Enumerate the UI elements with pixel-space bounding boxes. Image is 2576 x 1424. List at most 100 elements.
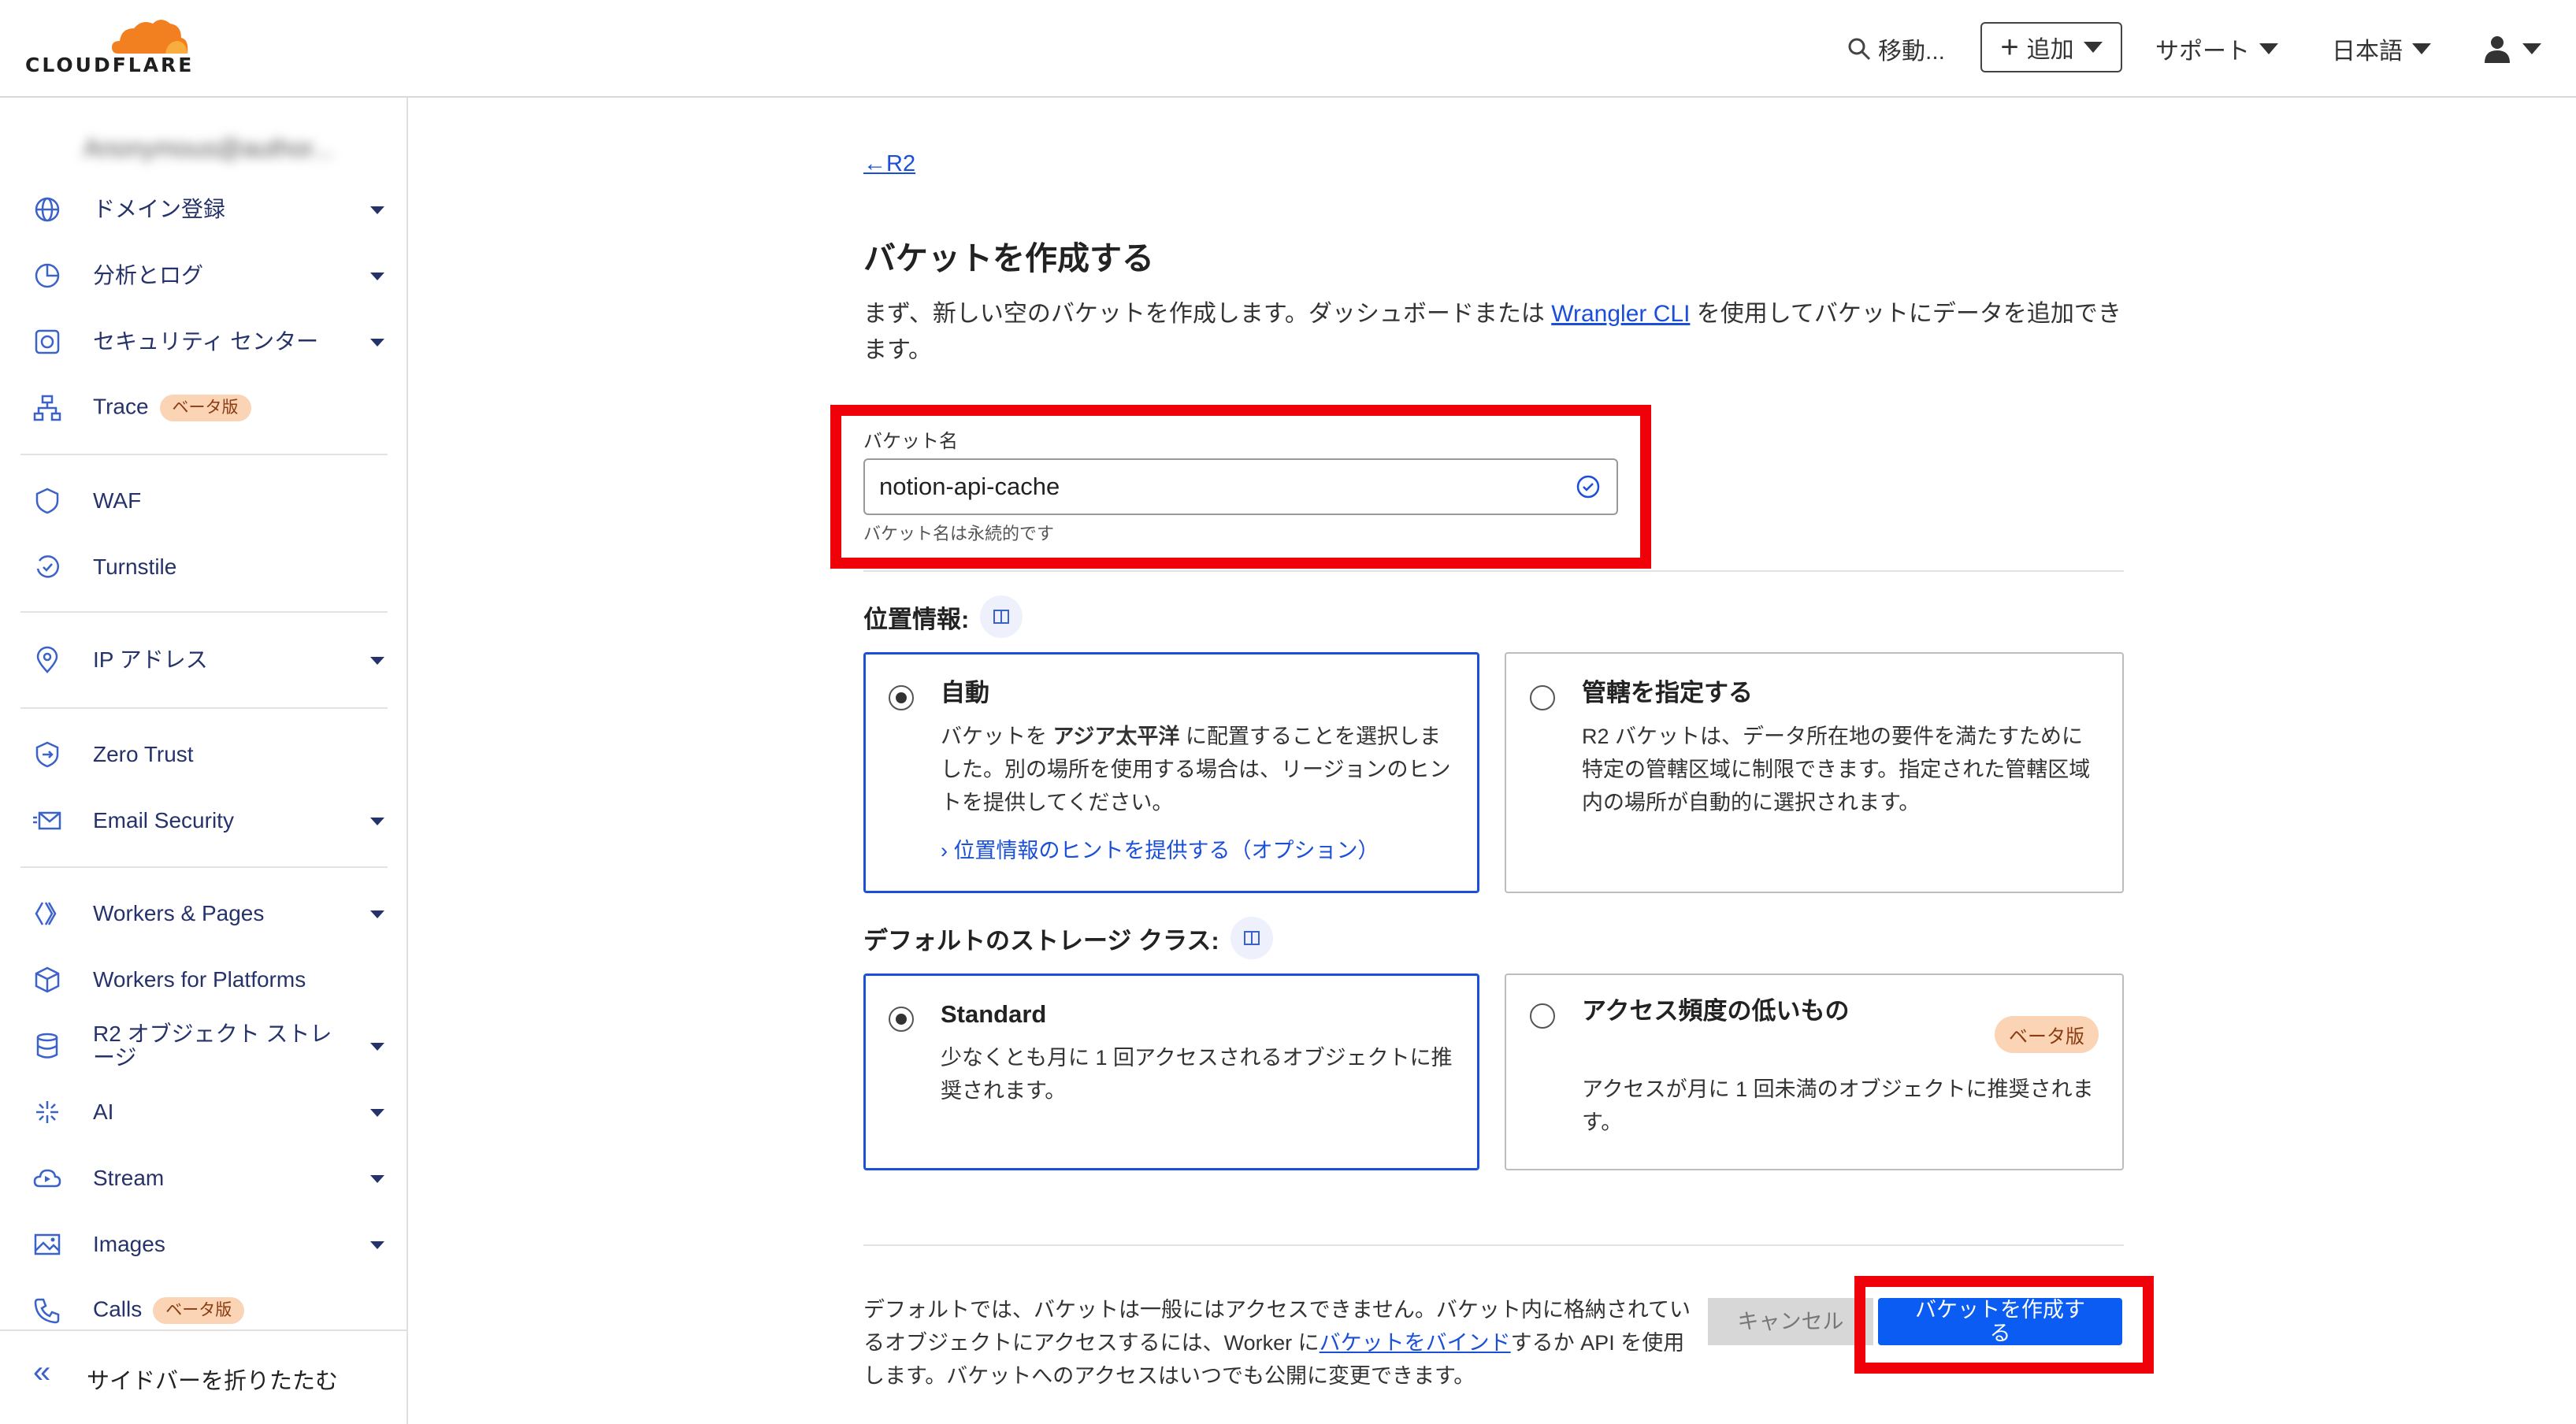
email-icon	[33, 811, 61, 830]
cloudflare-logo[interactable]: CLOUDFLARE	[25, 16, 199, 79]
standard-text: 少なくとも月に 1 回アクセスされるオブジェクトに推奨されます。	[941, 1046, 1453, 1103]
chevron-down-icon	[370, 657, 384, 665]
support-menu[interactable]: サポート	[2155, 0, 2278, 98]
back-link[interactable]: ←R2	[863, 151, 915, 177]
sidebar-item-label: Zero Trust	[93, 742, 194, 766]
sidebar-divider	[20, 866, 388, 868]
chevron-down-icon	[370, 339, 384, 347]
calls-label: Calls	[93, 1296, 143, 1322]
docs-icon[interactable]	[1230, 917, 1273, 959]
location-title-text: 位置情報:	[863, 605, 970, 633]
chevron-down-icon	[370, 206, 384, 214]
beta-badge: ベータ版	[153, 1297, 245, 1324]
search-jump[interactable]: 移動...	[1847, 0, 1945, 98]
sidebar-item-turnstile[interactable]: Turnstile	[0, 543, 406, 591]
sidebar-item-zero-trust[interactable]: Zero Trust	[0, 731, 406, 778]
language-menu[interactable]: 日本語	[2332, 0, 2431, 98]
sidebar-item-email-security[interactable]: Email Security	[0, 797, 406, 844]
auto-text-part1: バケットを	[941, 725, 1053, 748]
chevron-down-icon	[2522, 43, 2541, 54]
search-icon	[1848, 38, 1871, 61]
sidebar-item-waf[interactable]: WAF	[0, 477, 406, 525]
location-jurisdiction-card[interactable]: 管轄を指定する R2 バケットは、データ所在地の要件を満たすために特定の管轄区域…	[1505, 652, 2124, 893]
collapse-sidebar-button[interactable]: « サイドバーを折りたたむ	[0, 1329, 406, 1424]
docs-icon[interactable]	[980, 595, 1023, 638]
chevron-down-icon	[2412, 43, 2431, 54]
sidebar-item-workers-pages[interactable]: Workers & Pages	[0, 890, 406, 937]
chevron-down-icon	[370, 1175, 384, 1183]
support-label: サポート	[2155, 39, 2250, 65]
sidebar-item-label: Email Security	[93, 808, 234, 833]
cancel-button[interactable]: キャンセル	[1708, 1298, 1873, 1345]
beta-badge: ベータ版	[1995, 1016, 2099, 1053]
storage-section-title: デフォルトのストレージ クラス:	[863, 917, 1273, 959]
chevron-down-icon	[370, 1043, 384, 1051]
location-section-title: 位置情報:	[863, 595, 1023, 638]
turnstile-icon	[36, 555, 59, 578]
sidebar-item-label: セキュリティ センター	[93, 329, 319, 354]
chevron-down-icon	[370, 910, 384, 918]
highlight-box-create-button	[1854, 1276, 2154, 1374]
auto-text-region: アジア太平洋	[1052, 725, 1180, 748]
security-center-icon	[35, 329, 60, 354]
sidebar-item-label: R2 オブジェクト ストレージ	[93, 1022, 332, 1070]
page-description: まず、新しい空のバケットを作成します。ダッシュボードまたは Wrangler C…	[863, 296, 2124, 369]
infrequent-text: アクセスが月に 1 回未満のオブジェクトに推奨されます。	[1582, 1077, 2094, 1134]
wrangler-cli-link[interactable]: Wrangler CLI	[1551, 301, 1690, 327]
sidebar-item-images[interactable]: Images	[0, 1221, 406, 1268]
sidebar-item-label: Trace ベータ版	[93, 395, 251, 421]
location-jurisdiction-radio[interactable]	[1530, 685, 1555, 710]
arrow-left-icon: ←	[863, 151, 886, 176]
language-label: 日本語	[2332, 39, 2403, 65]
add-button[interactable]: + 追加	[1980, 22, 2122, 72]
sidebar-item-label: Stream	[93, 1166, 165, 1190]
sidebar-item-label: Calls ベータ版	[93, 1296, 245, 1324]
public-access-note: デフォルトでは、バケットは一般にはアクセスできません。バケット内に格納されている…	[863, 1293, 1698, 1392]
logo-wordmark: CLOUDFLARE	[25, 54, 195, 76]
top-bar: CLOUDFLARE 移動... + 追加 サポート 日本語	[0, 0, 2576, 98]
waf-shield-icon	[35, 488, 59, 514]
sidebar-item-stream[interactable]: Stream	[0, 1155, 406, 1202]
user-icon	[2485, 36, 2510, 63]
chevron-down-icon	[2083, 42, 2103, 53]
sidebar-item-ai[interactable]: AI	[0, 1088, 406, 1136]
storage-standard-radio[interactable]	[889, 1007, 914, 1032]
zero-trust-icon	[35, 741, 59, 768]
sidebar-item-security-center[interactable]: セキュリティ センター	[0, 318, 406, 365]
location-auto-radio[interactable]	[889, 685, 914, 710]
user-menu[interactable]	[2481, 0, 2541, 98]
chevron-down-icon	[2259, 43, 2278, 54]
storage-infrequent-card[interactable]: アクセス頻度の低いもの ベータ版 アクセスが月に 1 回未満のオブジェクトに推奨…	[1505, 973, 2124, 1170]
highlight-box-bucket-name	[830, 405, 1651, 569]
sidebar-item-r2-storage[interactable]: R2 オブジェクト ストレージ	[0, 1022, 406, 1070]
sidebar-item-label: Workers for Platforms	[93, 967, 306, 992]
sidebar-item-label: Workers & Pages	[93, 901, 265, 925]
sidebar-item-calls[interactable]: Calls ベータ版	[0, 1287, 406, 1334]
sidebar-item-label: Turnstile	[93, 554, 177, 579]
storage-standard-card[interactable]: Standard 少なくとも月に 1 回アクセスされるオブジェクトに推奨されます…	[863, 973, 1479, 1170]
page-title: バケットを作成する	[863, 240, 1154, 276]
phone-icon	[34, 1298, 60, 1324]
location-hint-link[interactable]: › 位置情報のヒントを提供する（オプション）	[941, 833, 1379, 864]
location-auto-card[interactable]: 自動 バケットを アジア太平洋 に配置することを選択しました。別の場所を使用する…	[863, 652, 1479, 893]
bind-bucket-link[interactable]: バケットをバインド	[1320, 1331, 1511, 1355]
sidebar-item-label: AI	[93, 1100, 114, 1124]
sidebar-item-analytics[interactable]: 分析とログ	[0, 252, 406, 299]
storage-infrequent-radio[interactable]	[1530, 1003, 1555, 1029]
sidebar-item-label: ドメイン登録	[93, 197, 226, 221]
chevron-down-icon	[370, 273, 384, 280]
sidebar-item-trace[interactable]: Trace ベータ版	[0, 384, 406, 432]
storage-title-text: デフォルトのストレージ クラス:	[863, 926, 1219, 955]
chevron-down-icon	[370, 818, 384, 825]
sidebar-divider	[20, 454, 388, 455]
sidebar-item-domain-registration[interactable]: ドメイン登録	[0, 186, 406, 233]
sidebar-item-ip-addresses[interactable]: IP アドレス	[0, 636, 406, 684]
database-icon	[36, 1033, 58, 1059]
add-label: 追加	[2026, 37, 2074, 63]
location-hint-label: 位置情報のヒントを提供する（オプション）	[953, 839, 1379, 862]
account-name[interactable]: Anonymous@author...	[84, 134, 336, 165]
section-divider	[863, 1244, 2124, 1246]
search-label: 移動...	[1878, 39, 1946, 65]
sidebar-item-workers-for-platforms[interactable]: Workers for Platforms	[0, 956, 406, 1003]
jurisdiction-title: 管轄を指定する	[1582, 679, 1753, 706]
